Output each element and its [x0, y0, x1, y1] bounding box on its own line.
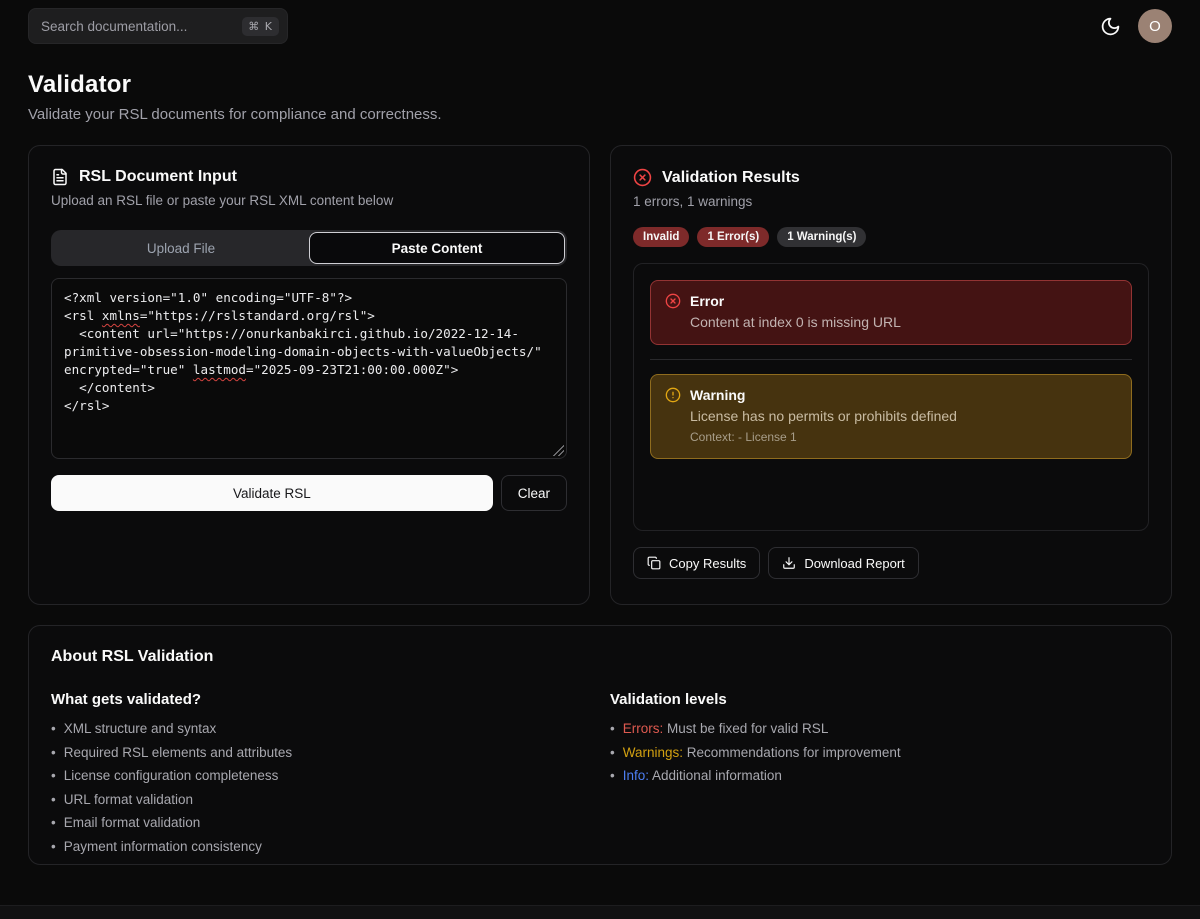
circle-x-icon — [665, 293, 681, 309]
about-title: About RSL Validation — [51, 648, 1149, 666]
resize-handle[interactable] — [553, 445, 564, 456]
keyboard-shortcut-badge: ⌘ K — [242, 17, 279, 36]
circle-alert-icon — [665, 387, 681, 403]
top-bar: Search documentation... ⌘ K O — [28, 8, 1172, 44]
warning-message: License has no permits or prohibits defi… — [690, 408, 1117, 424]
page-title: Validator — [28, 71, 1172, 99]
status-badge: Invalid — [633, 227, 689, 247]
clear-button[interactable]: Clear — [501, 475, 567, 511]
page-subtitle: Validate your RSL documents for complian… — [28, 106, 1172, 123]
warning-result-item: Warning License has no permits or prohib… — [650, 374, 1132, 459]
validate-rsl-button[interactable]: Validate RSL — [51, 475, 493, 511]
search-placeholder: Search documentation... — [41, 19, 187, 34]
error-result-item: Error Content at index 0 is missing URL — [650, 280, 1132, 345]
file-text-icon — [51, 168, 69, 186]
warnings-count-badge: 1 Warning(s) — [777, 227, 866, 247]
results-list: Error Content at index 0 is missing URL … — [633, 263, 1149, 531]
list-item: •XML structure and syntax — [51, 721, 590, 736]
cards-row: RSL Document Input Upload an RSL file or… — [28, 145, 1172, 605]
copy-icon — [647, 556, 661, 570]
footer-strip — [0, 905, 1200, 919]
list-item: •Warnings: Recommendations for improveme… — [610, 745, 1149, 760]
levels-list: •Errors: Must be fixed for valid RSL •Wa… — [610, 721, 1149, 783]
moon-icon — [1100, 16, 1121, 37]
download-report-label: Download Report — [804, 556, 904, 571]
list-item: •License configuration completeness — [51, 768, 590, 783]
download-report-button[interactable]: Download Report — [768, 547, 918, 579]
validation-results-card: Validation Results 1 errors, 1 warnings … — [610, 145, 1172, 605]
warning-context: Context: - License 1 — [690, 430, 1117, 444]
what-list: •XML structure and syntax •Required RSL … — [51, 721, 590, 854]
result-divider — [650, 359, 1132, 360]
results-summary: 1 errors, 1 warnings — [633, 194, 1149, 209]
header-actions: O — [1096, 9, 1172, 43]
levels-heading: Validation levels — [610, 691, 1149, 708]
page-heading: Validator Validate your RSL documents fo… — [28, 71, 1172, 123]
warning-title: Warning — [690, 387, 745, 403]
rsl-input-card: RSL Document Input Upload an RSL file or… — [28, 145, 590, 605]
download-icon — [782, 556, 796, 570]
circle-x-icon — [633, 168, 652, 187]
level-label-warnings: Warnings: — [623, 745, 683, 760]
results-card-title: Validation Results — [662, 169, 800, 187]
what-heading: What gets validated? — [51, 691, 590, 708]
errors-count-badge: 1 Error(s) — [697, 227, 769, 247]
copy-results-button[interactable]: Copy Results — [633, 547, 760, 579]
avatar[interactable]: O — [1138, 9, 1172, 43]
level-label-errors: Errors: — [623, 721, 664, 736]
input-card-title: RSL Document Input — [79, 168, 237, 186]
copy-results-label: Copy Results — [669, 556, 746, 571]
validator-page: Search documentation... ⌘ K O Validator … — [0, 0, 1200, 865]
level-label-info: Info: — [623, 768, 649, 783]
xml-content-textarea[interactable]: <?xml version="1.0" encoding="UTF-8"?> <… — [51, 278, 567, 459]
list-item: •Errors: Must be fixed for valid RSL — [610, 721, 1149, 736]
about-card: About RSL Validation What gets validated… — [28, 625, 1172, 865]
tab-paste-content[interactable]: Paste Content — [309, 232, 565, 264]
avatar-initial: O — [1149, 18, 1161, 35]
list-item: •URL format validation — [51, 792, 590, 807]
results-badges: Invalid 1 Error(s) 1 Warning(s) — [633, 227, 1149, 247]
input-mode-tabs: Upload File Paste Content — [51, 230, 567, 266]
error-message: Content at index 0 is missing URL — [690, 314, 1117, 330]
tab-upload-file[interactable]: Upload File — [53, 232, 309, 264]
list-item: •Email format validation — [51, 815, 590, 830]
list-item: •Payment information consistency — [51, 839, 590, 854]
about-levels-column: Validation levels •Errors: Must be fixed… — [610, 691, 1149, 862]
error-title: Error — [690, 293, 724, 309]
list-item: •Info: Additional information — [610, 768, 1149, 783]
list-item: •Required RSL elements and attributes — [51, 745, 590, 760]
about-what-column: What gets validated? •XML structure and … — [51, 691, 590, 862]
results-actions: Copy Results Download Report — [633, 547, 1149, 579]
input-card-subtitle: Upload an RSL file or paste your RSL XML… — [51, 193, 567, 208]
theme-toggle-button[interactable] — [1096, 12, 1124, 40]
search-input[interactable]: Search documentation... ⌘ K — [28, 8, 288, 44]
